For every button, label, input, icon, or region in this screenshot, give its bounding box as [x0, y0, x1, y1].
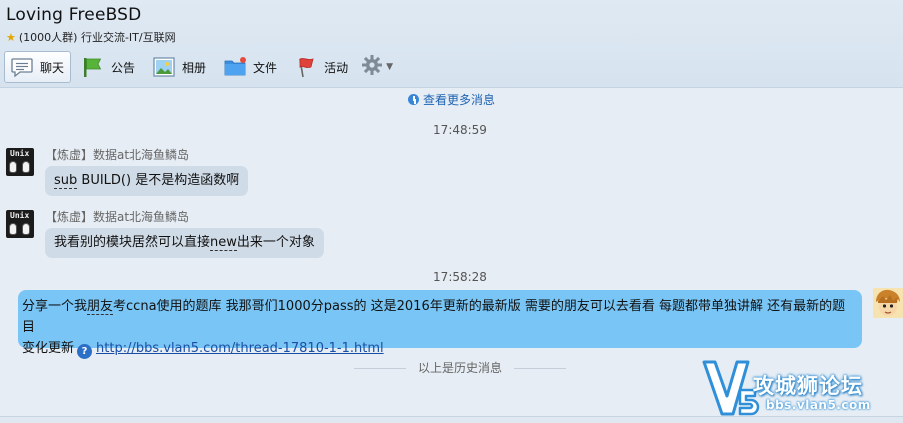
penguin-icon [22, 161, 30, 173]
avatar[interactable]: Unix [6, 148, 34, 176]
star-icon: ★ [6, 30, 16, 44]
message-text: 我看别的模块居然可以直接 [54, 235, 211, 250]
tab-album[interactable]: 相册 [146, 51, 213, 83]
message-text: 分享一个我 [22, 299, 88, 314]
tab-events-label: 活动 [324, 60, 349, 75]
message-timestamp: 17:58:28 [433, 270, 487, 284]
penguin-icon [9, 223, 17, 235]
group-info-text: (1000人群) 行业交流-IT/互联网 [18, 31, 176, 44]
message-keyword[interactable]: 朋友 [87, 299, 114, 315]
avatar-unix-label: Unix [10, 149, 30, 158]
chevron-down-icon: ▼ [386, 62, 393, 72]
tab-album-label: 相册 [182, 60, 207, 75]
avatar-unix-label: Unix [10, 211, 30, 220]
cartoon-avatar-icon [873, 288, 903, 318]
message-text: 出来一个对象 [236, 235, 315, 250]
clock-icon [407, 94, 419, 105]
divider-line [514, 368, 566, 369]
settings-menu-button[interactable]: ▼ [361, 54, 393, 80]
flag-icon [81, 56, 105, 78]
shield-question-icon: ? [77, 344, 93, 359]
toolbar: 聊天 公告 相册 文件 活动 ▼ [4, 50, 393, 84]
tab-files-label: 文件 [253, 60, 278, 75]
view-more-messages-link[interactable]: 查看更多消息 [0, 91, 903, 108]
chat-message-area[interactable]: 查看更多消息 17:48:59 Unix 【炼虚】数据at北海鱼鳞岛 sub B… [0, 88, 903, 423]
message-keyword[interactable]: sub [54, 173, 78, 189]
message-bubble: 我看别的模块居然可以直接new出来一个对象 [45, 228, 324, 258]
bottom-divider [0, 416, 903, 423]
tab-announcement-label: 公告 [111, 60, 136, 75]
event-flag-icon [294, 56, 318, 78]
divider-line [353, 368, 406, 369]
gear-icon [361, 54, 383, 80]
message-text: 变化更新 [22, 341, 75, 356]
chat-header: Loving FreeBSD ★ (1000人群) 行业交流-IT/互联网 聊天 [0, 0, 903, 88]
chat-bubble-icon [10, 56, 34, 78]
my-avatar[interactable] [873, 288, 903, 318]
watermark-url: bbs.vlan5.com [766, 398, 871, 412]
tab-chat[interactable]: 聊天 [4, 51, 72, 83]
sender-name: 【炼虚】数据at北海鱼鳞岛 [45, 148, 190, 162]
photo-icon [152, 56, 176, 78]
message-line: 分享一个我朋友考ccna使用的题库 我那哥们1000分pass的 这是2016年… [22, 296, 856, 338]
group-info: ★ (1000人群) 行业交流-IT/互联网 [6, 29, 176, 45]
message-keyword[interactable]: new [210, 235, 237, 251]
view-more-label: 查看更多消息 [422, 93, 495, 107]
penguin-icon [9, 161, 17, 173]
v5-logo-icon [702, 360, 760, 416]
sender-name: 【炼虚】数据at北海鱼鳞岛 [45, 210, 190, 224]
message-text: 考ccna使用的题库 我那哥们1000分pass的 这是2016年更新的最新版 … [22, 299, 846, 335]
tab-announcement[interactable]: 公告 [75, 51, 142, 83]
watermark: 攻城狮论坛 bbs.vlan5.com [700, 354, 903, 423]
my-message-bubble: 分享一个我朋友考ccna使用的题库 我那哥们1000分pass的 这是2016年… [18, 290, 862, 359]
tab-files[interactable]: 文件 [217, 51, 284, 83]
message-bubble: sub BUILD() 是不是构造函数啊 [45, 166, 249, 196]
message-text: BUILD() 是不是构造函数啊 [77, 173, 240, 188]
avatar[interactable]: Unix [6, 210, 34, 238]
tab-events[interactable]: 活动 [288, 51, 355, 83]
message-link[interactable]: http://bbs.vlan5.com/thread-17810-1-1.ht… [96, 341, 384, 356]
tab-chat-label: 聊天 [40, 60, 65, 75]
group-name: Loving FreeBSD [6, 5, 142, 25]
history-label: 以上是历史消息 [417, 361, 502, 375]
penguin-icon [22, 223, 30, 235]
watermark-site-name: 攻城狮论坛 [753, 374, 863, 398]
folder-icon [223, 56, 247, 78]
message-timestamp: 17:48:59 [433, 123, 487, 137]
